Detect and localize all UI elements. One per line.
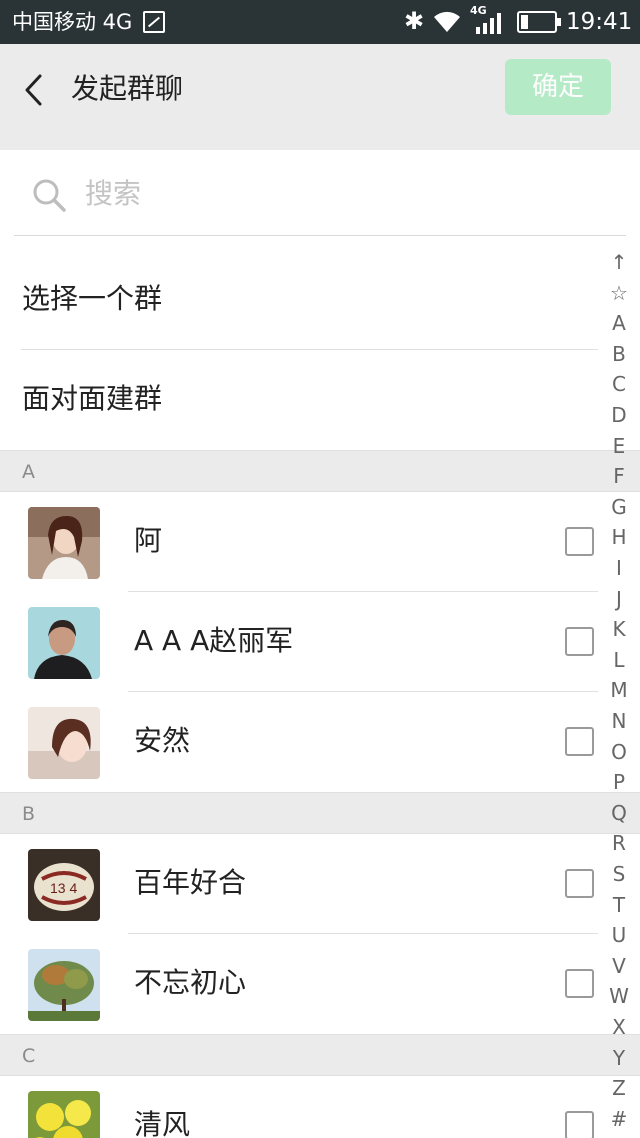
avatar: [28, 1091, 100, 1138]
contact-row[interactable]: 清风: [0, 1076, 640, 1138]
contact-checkbox[interactable]: [565, 627, 594, 656]
contact-checkbox[interactable]: [565, 727, 594, 756]
contact-row[interactable]: 阿: [0, 492, 640, 592]
search-underline: [14, 235, 626, 236]
index-letter[interactable]: H: [604, 525, 634, 549]
avatar: [28, 607, 100, 679]
contact-checkbox[interactable]: [565, 1111, 594, 1138]
index-letter[interactable]: T: [604, 893, 634, 917]
index-letter[interactable]: P: [604, 770, 634, 794]
title-bar: 发起群聊 确定: [0, 44, 640, 150]
contact-row[interactable]: A A A赵丽军: [0, 592, 640, 692]
index-letter[interactable]: D: [604, 403, 634, 427]
contact-name: 百年好合: [134, 866, 247, 899]
section-header-c: C: [0, 1034, 640, 1076]
index-letter[interactable]: U: [604, 923, 634, 947]
contact-row[interactable]: 不忘初心: [0, 934, 640, 1034]
contact-name: 安然: [134, 724, 191, 757]
index-letter[interactable]: E: [604, 434, 634, 458]
menu-item-label: 面对面建群: [22, 382, 163, 415]
confirm-button[interactable]: 确定: [505, 59, 611, 115]
index-letter[interactable]: Z: [604, 1076, 634, 1100]
index-letter[interactable]: O: [604, 740, 634, 764]
alphabet-index-bar[interactable]: ↑ ☆ A B C D E F G H I J K L M N O P Q R S T U V W X Y Z #: [604, 250, 634, 1138]
index-letter[interactable]: X: [604, 1015, 634, 1039]
bluetooth-icon: ✱: [404, 7, 425, 35]
avatar: 13 4: [28, 849, 100, 921]
search-icon: [33, 179, 66, 212]
section-letter: A: [22, 461, 35, 483]
contact-row[interactable]: 安然: [0, 692, 640, 792]
contact-checkbox[interactable]: [565, 527, 594, 556]
index-letter[interactable]: #: [604, 1107, 634, 1131]
svg-text:13 4: 13 4: [50, 880, 77, 896]
index-letter[interactable]: M: [604, 678, 634, 702]
contact-row[interactable]: 13 4 百年好合: [0, 834, 640, 934]
carrier-label: 中国移动 4G: [12, 10, 133, 34]
section-letter: C: [22, 1045, 36, 1067]
menu-item-label: 选择一个群: [22, 282, 163, 315]
contact-name: 清风: [134, 1108, 191, 1138]
index-letter[interactable]: V: [604, 954, 634, 978]
index-letter[interactable]: C: [604, 372, 634, 396]
index-letter[interactable]: N: [604, 709, 634, 733]
wifi-icon: [434, 11, 460, 32]
index-letter[interactable]: S: [604, 862, 634, 886]
index-letter[interactable]: L: [604, 648, 634, 672]
index-letter[interactable]: B: [604, 342, 634, 366]
back-chevron-icon[interactable]: [18, 68, 54, 112]
avatar: [28, 507, 100, 579]
index-letter[interactable]: ☆: [604, 281, 634, 305]
page-title: 发起群聊: [71, 72, 184, 105]
index-letter[interactable]: F: [604, 464, 634, 488]
search-bar[interactable]: 搜索: [0, 150, 640, 236]
index-letter[interactable]: K: [604, 617, 634, 641]
avatar: [28, 949, 100, 1021]
index-letter[interactable]: Q: [604, 801, 634, 825]
index-letter[interactable]: G: [604, 495, 634, 519]
contact-checkbox[interactable]: [565, 969, 594, 998]
contact-checkbox[interactable]: [565, 869, 594, 898]
sim-icon: [143, 11, 165, 33]
section-letter: B: [22, 803, 36, 825]
index-letter[interactable]: ↑: [604, 250, 634, 274]
contact-name: 不忘初心: [134, 966, 247, 999]
face-to-face-group-item[interactable]: 面对面建群: [0, 350, 640, 450]
status-bar: 中国移动 4G ✱ 4G 19:41: [0, 0, 640, 44]
index-letter[interactable]: J: [604, 587, 634, 611]
select-group-item[interactable]: 选择一个群: [0, 250, 640, 350]
index-letter[interactable]: Y: [604, 1046, 634, 1070]
avatar: [28, 707, 100, 779]
index-letter[interactable]: W: [604, 984, 634, 1008]
contact-name: 阿: [134, 524, 163, 557]
signal-icon: [476, 13, 501, 34]
index-letter[interactable]: I: [604, 556, 634, 580]
section-header-a: A: [0, 450, 640, 492]
clock: 19:41: [566, 9, 633, 35]
index-letter[interactable]: R: [604, 831, 634, 855]
search-input[interactable]: 搜索: [85, 174, 141, 214]
section-header-b: B: [0, 792, 640, 834]
battery-icon: [517, 11, 561, 33]
contact-name: A A A赵丽军: [134, 624, 294, 657]
index-letter[interactable]: A: [604, 311, 634, 335]
